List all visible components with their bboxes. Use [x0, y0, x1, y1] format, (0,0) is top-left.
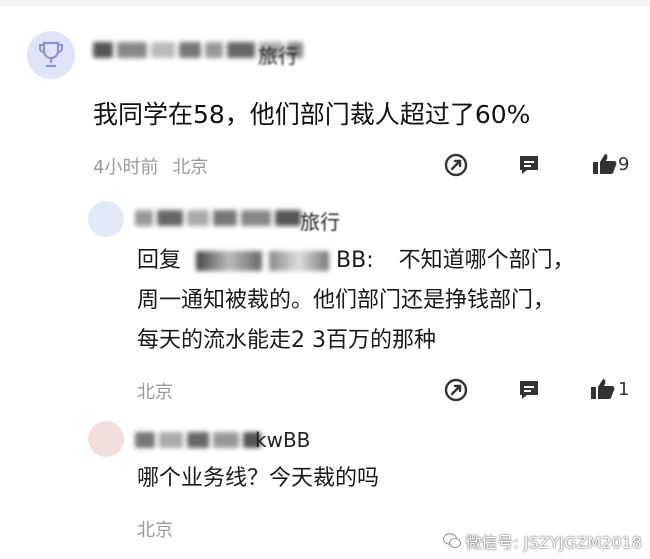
comment-icon[interactable] [517, 378, 541, 402]
watermark-text: 微信号: JSZYJGZM2018 [465, 533, 642, 552]
reply-line: 周一通知被裁的。他们部门还是挣钱部门， [137, 288, 556, 313]
reply-text-line: 回复 BB: 不知道哪个部门， [137, 242, 575, 279]
reply-location: 北京 [137, 520, 173, 541]
share-icon[interactable] [444, 378, 468, 402]
username-visible: 旅行 [258, 44, 298, 68]
avatar[interactable] [88, 201, 124, 237]
thumbs-up-icon[interactable] [590, 377, 616, 401]
trophy-icon [39, 41, 63, 68]
reply-location: 北京 [137, 382, 173, 403]
username-redacted[interactable] [135, 432, 261, 448]
like-count: 1 [618, 379, 630, 400]
reply-prefix: 回复 [137, 248, 182, 273]
wechat-icon [443, 533, 462, 548]
reply-target-visible: BB: [336, 248, 374, 273]
top-divider [0, 0, 650, 6]
reply-target-redacted[interactable] [196, 251, 263, 271]
reply-target-redacted[interactable] [269, 251, 330, 271]
reply-line: 每天的流水能走2 3百万的那种 [137, 328, 436, 353]
username-visible: kwBB [255, 428, 311, 452]
thumbs-up-icon[interactable] [592, 152, 618, 176]
reply-line: 哪个业务线？今天裁的吗 [137, 466, 380, 491]
like-count: 9 [618, 154, 630, 175]
username-redacted[interactable] [135, 210, 301, 226]
share-icon[interactable] [444, 153, 468, 177]
comment-location: 北京 [172, 157, 209, 178]
watermark: 微信号: JSZYJGZM2018 [443, 529, 642, 553]
comment-time: 4小时前 [93, 157, 159, 178]
reply-line: 不知道哪个部门， [398, 248, 575, 273]
comment-text: 我同学在58，他们部门裁人超过了60% [93, 100, 531, 129]
comment-meta: 4小时前 北京 [93, 153, 208, 179]
avatar[interactable] [27, 31, 75, 79]
username-visible: 旅行 [300, 210, 340, 234]
comment-icon[interactable] [517, 153, 541, 177]
avatar[interactable] [88, 421, 124, 457]
